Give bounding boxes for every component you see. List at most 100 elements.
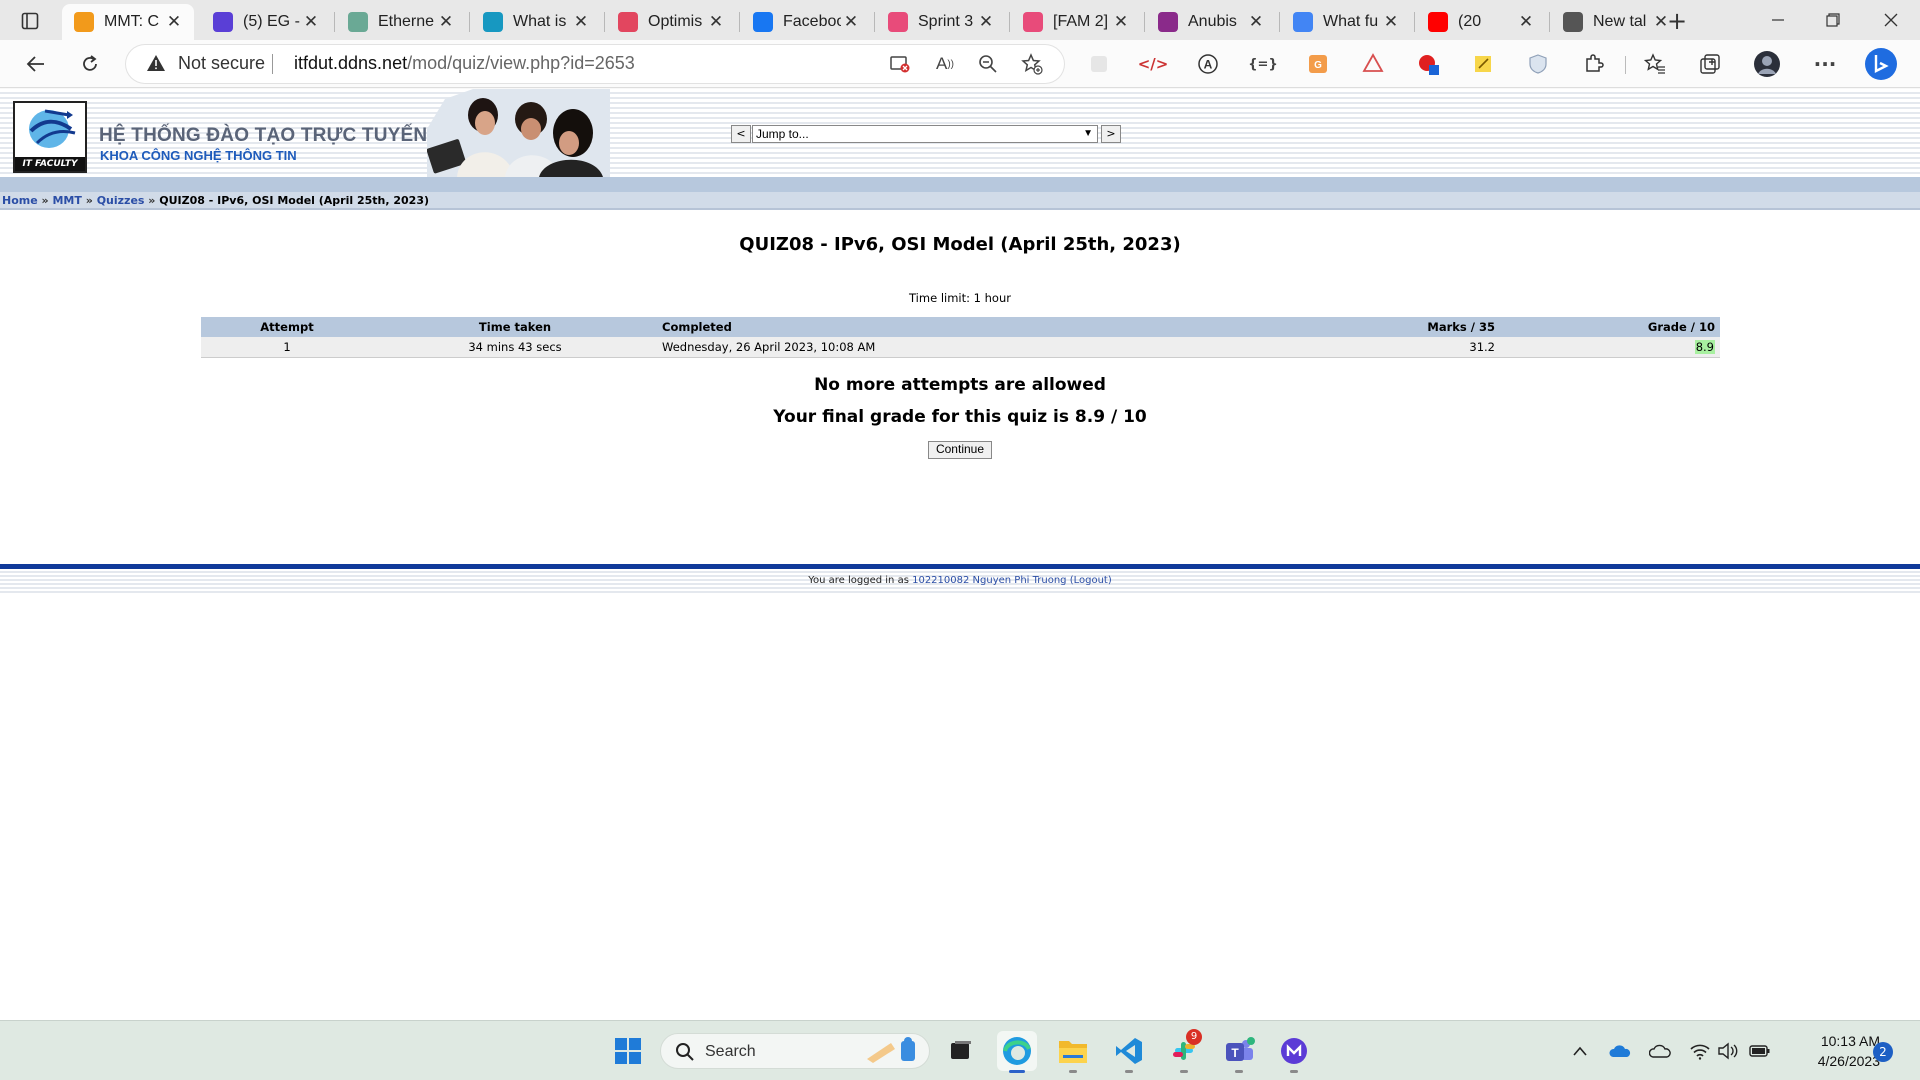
wifi-icon[interactable] — [1688, 1039, 1712, 1063]
tab-close-icon[interactable]: ✕ — [436, 12, 456, 32]
favorite-star-icon[interactable] — [1018, 50, 1046, 78]
taskbar-slack[interactable]: 9 — [1164, 1029, 1204, 1073]
tab-close-icon[interactable]: ✕ — [571, 12, 591, 32]
tracking-blocked-icon[interactable] — [886, 50, 914, 78]
tab-separator — [1549, 12, 1550, 32]
tab-close-icon[interactable]: ✕ — [841, 12, 861, 32]
browser-tab[interactable]: What fu ✕ — [1281, 4, 1411, 40]
grammar-extension-icon[interactable]: A — [1194, 50, 1222, 78]
battery-icon[interactable] — [1748, 1039, 1772, 1063]
it-faculty-logo[interactable]: IT FACULTY — [13, 101, 87, 173]
time-limit-text: Time limit: 1 hour — [909, 291, 1011, 305]
jump-next-button[interactable]: > — [1101, 125, 1121, 143]
read-aloud-icon[interactable]: A)) — [931, 50, 959, 78]
restore-button[interactable] — [1815, 6, 1851, 34]
url-text[interactable]: itfdut.ddns.net/mod/quiz/view.php?id=265… — [294, 53, 635, 74]
search-icon — [676, 1043, 694, 1061]
task-view-button[interactable] — [941, 1031, 981, 1071]
back-button[interactable] — [20, 48, 52, 80]
site-subtitle: KHOA CÔNG NGHỆ THÔNG TIN — [100, 148, 297, 163]
onedrive-personal-icon[interactable] — [1648, 1039, 1672, 1063]
user-profile-link[interactable]: 102210082 Nguyen Phi Truong — [912, 575, 1066, 586]
browser-tab[interactable]: What is ✕ — [471, 4, 601, 40]
breadcrumb-home-link[interactable]: Home — [2, 194, 38, 207]
wordpress-icon — [213, 12, 233, 32]
browser-tab[interactable]: Anubis ✕ — [1146, 4, 1276, 40]
jump-previous-button[interactable]: < — [731, 125, 751, 143]
tab-close-icon[interactable]: ✕ — [301, 12, 321, 32]
more-options-icon[interactable]: ··· — [1811, 50, 1839, 78]
tab-actions-button[interactable] — [16, 8, 44, 34]
favorites-icon[interactable] — [1641, 50, 1669, 78]
tab-title: Faceboo — [783, 13, 841, 30]
breadcrumb-separator: » — [41, 194, 49, 207]
tab-close-icon[interactable]: ✕ — [1111, 12, 1131, 32]
browser-tab[interactable]: Optimis ✕ — [606, 4, 736, 40]
vector-extension-icon[interactable] — [1359, 50, 1387, 78]
tab-close-icon[interactable]: ✕ — [1381, 12, 1401, 32]
extensions-icon[interactable] — [1579, 50, 1607, 78]
notification-badge[interactable]: 2 — [1873, 1042, 1893, 1062]
notes-extension-icon[interactable] — [1469, 50, 1497, 78]
profile-avatar[interactable] — [1753, 50, 1781, 78]
browser-tab[interactable]: (5) EG - ✕ — [201, 4, 331, 40]
column-header-marks[interactable]: Marks / 35 — [1220, 317, 1500, 337]
column-header-grade[interactable]: Grade / 10 — [1500, 317, 1720, 337]
taskbar-vscode[interactable] — [1109, 1031, 1149, 1073]
continue-button[interactable]: Continue — [928, 441, 992, 459]
breadcrumb-quizzes-link[interactable]: Quizzes — [97, 194, 145, 207]
taskbar-mastodon-app[interactable] — [1274, 1031, 1314, 1073]
browser-tab[interactable]: Sprint 3 ✕ — [876, 4, 1006, 40]
navigation-toolbar: Not secure itfdut.ddns.net/mod/quiz/view… — [0, 40, 1920, 88]
shield-extension-icon[interactable] — [1524, 50, 1552, 78]
close-window-button[interactable] — [1873, 6, 1909, 34]
facebook-icon — [753, 12, 773, 32]
jump-to-select[interactable]: Jump to... ▼ — [752, 125, 1098, 143]
record-extension-icon[interactable] — [1414, 50, 1442, 78]
browser-tab[interactable]: Faceboo ✕ — [741, 4, 871, 40]
refresh-icon — [83, 55, 97, 71]
onedrive-icon[interactable] — [1608, 1039, 1632, 1063]
tab-close-icon[interactable]: ✕ — [164, 12, 184, 32]
taskbar-file-explorer[interactable] — [1053, 1031, 1093, 1073]
tab-title: (5) EG - — [243, 13, 300, 30]
browser-tab[interactable]: MMT: C ✕ — [62, 4, 194, 40]
translate-extension-icon[interactable]: G — [1304, 50, 1332, 78]
column-header-completed[interactable]: Completed — [657, 317, 1220, 337]
moodle-icon — [74, 12, 94, 32]
taskbar-search[interactable]: Search — [660, 1033, 930, 1069]
browser-tab[interactable]: (20 ✕ — [1416, 4, 1546, 40]
breadcrumb-course-link[interactable]: MMT — [52, 194, 81, 207]
collections-icon[interactable] — [1696, 50, 1724, 78]
tab-close-icon[interactable]: ✕ — [1246, 12, 1266, 32]
show-hidden-icons[interactable] — [1568, 1039, 1592, 1063]
tab-close-icon[interactable]: ✕ — [976, 12, 996, 32]
taskbar-edge[interactable] — [997, 1031, 1037, 1073]
start-button[interactable] — [608, 1031, 648, 1071]
taskbar-teams[interactable]: T — [1219, 1031, 1259, 1073]
browser-tab[interactable]: Etherne ✕ — [336, 4, 466, 40]
system-clock[interactable]: 10:13 AM 4/26/2023 — [1780, 1031, 1880, 1071]
tab-close-icon[interactable]: ✕ — [706, 12, 726, 32]
volume-icon[interactable] — [1716, 1039, 1740, 1063]
table-row[interactable]: 1 34 mins 43 secs Wednesday, 26 April 20… — [201, 337, 1720, 358]
security-label[interactable]: Not secure — [178, 53, 265, 74]
column-header-time-taken[interactable]: Time taken — [373, 317, 657, 337]
logout-link[interactable]: Logout — [1074, 575, 1108, 586]
address-bar[interactable]: Not secure itfdut.ddns.net/mod/quiz/view… — [126, 45, 1064, 83]
browser-tab[interactable]: [FAM 2] ✕ — [1011, 4, 1141, 40]
json-extension-icon[interactable]: {=} — [1248, 50, 1277, 78]
column-header-attempt[interactable]: Attempt — [201, 317, 373, 337]
refresh-button[interactable] — [74, 48, 106, 80]
svg-text:A: A — [1204, 58, 1213, 72]
minimize-button[interactable] — [1760, 6, 1796, 34]
search-label: Search — [705, 1043, 756, 1060]
new-tab-button[interactable]: + — [1662, 6, 1692, 36]
tab-close-icon[interactable]: ✕ — [1516, 12, 1536, 32]
zoom-out-icon[interactable] — [974, 50, 1002, 78]
bing-chat-icon[interactable] — [1864, 47, 1898, 81]
toptal-icon — [618, 12, 638, 32]
extension-placeholder-icon[interactable] — [1085, 50, 1113, 78]
devtools-extension-icon[interactable]: </> — [1138, 50, 1169, 78]
final-grade-message: Your final grade for this quiz is 8.9 / … — [773, 407, 1147, 427]
